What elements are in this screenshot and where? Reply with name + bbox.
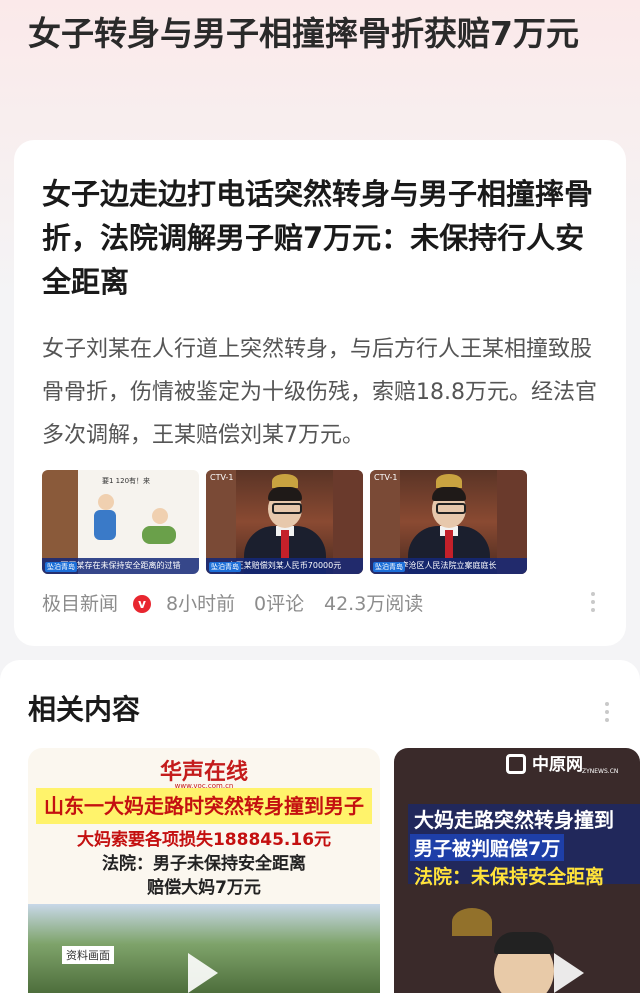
related-1-photo-tag: 资料画面 (62, 946, 114, 964)
related-2-brand: 中原网 (532, 755, 583, 775)
play-icon[interactable] (554, 953, 584, 993)
image-2-badge: 坠泊青岛 (209, 562, 241, 572)
page-title: 女子转身与男子相撞摔骨折获赔7万元 (28, 14, 579, 53)
related-item-2[interactable]: 中原网 ZYNEWS.CN 大妈走路突然转身撞到 男子被判赔偿7万 法院：未保持… (394, 748, 640, 993)
article-title[interactable]: 女子边走边打电话突然转身与男子相撞摔骨折，法院调解男子赔7万元：未保持行人安全距… (42, 172, 602, 304)
related-1-headline: 山东一大妈走路时突然转身撞到男子 (36, 788, 372, 824)
related-1-line-2: 法院：男子未保持安全距离 (102, 854, 306, 874)
article-image-1[interactable]: 要1 120有！来 而王某存在未保持安全距离的过错 坠泊青岛 (42, 470, 199, 574)
article-image-2[interactable]: CTV-1 由王某赔偿刘某人民币70000元 坠泊青岛 (206, 470, 363, 574)
article-meta: 极目新闻 v 8小时前 0评论 42.3万阅读 (42, 590, 602, 618)
related-more-icon[interactable] (604, 700, 610, 724)
court-emblem-icon (272, 474, 298, 488)
zynews-logo-icon (506, 754, 526, 774)
verified-v-icon: v (133, 595, 151, 613)
related-2-line-3: 法院：未保持安全距离 (414, 866, 605, 888)
article-image-3[interactable]: CTV-1 李沧区人民法院立案庭庭长 坠泊青岛 (370, 470, 527, 574)
related-2-line-1: 大妈走路突然转身撞到 (414, 808, 614, 832)
more-options-icon[interactable] (590, 590, 596, 614)
image-3-top-text: CTV-1 (374, 473, 398, 482)
related-2-brand-sub: ZYNEWS.CN (582, 768, 619, 775)
article-image-row: 要1 120有！来 而王某存在未保持安全距离的过错 坠泊青岛 CTV-1 由王某… (42, 470, 602, 574)
related-1-line-3: 赔偿大妈7万元 (147, 878, 261, 898)
related-section: 相关内容 华声在线 www.voc.com.cn 山东一大妈走路时突然转身撞到男… (0, 660, 640, 993)
related-2-line-2: 男子被判赔偿7万 (410, 834, 565, 861)
source-name[interactable]: 极目新闻 (42, 590, 118, 618)
comment-count[interactable]: 0评论 (254, 590, 304, 618)
related-item-1[interactable]: 华声在线 www.voc.com.cn 山东一大妈走路时突然转身撞到男子 大妈索… (28, 748, 380, 993)
play-icon[interactable] (188, 953, 218, 993)
read-count: 42.3万阅读 (324, 593, 424, 615)
image-1-badge: 坠泊青岛 (45, 562, 77, 572)
article-card[interactable]: 女子边走边打电话突然转身与男子相撞摔骨折，法院调解男子赔7万元：未保持行人安全距… (14, 140, 626, 646)
image-2-top-text: CTV-1 (210, 473, 234, 482)
image-3-badge: 坠泊青岛 (373, 562, 405, 572)
image-1-top-text: 要1 120有！来 (102, 477, 151, 485)
article-summary[interactable]: 女子刘某在人行道上突然转身，与后方行人王某相撞致股骨骨折，伤情被鉴定为十级伤残，… (42, 328, 602, 457)
related-title: 相关内容 (28, 693, 141, 726)
court-emblem-icon (436, 474, 462, 488)
related-1-line-1: 大妈索要各项损失188845.16元 (76, 830, 332, 850)
court-emblem-icon (452, 908, 492, 936)
publish-time: 8小时前 (166, 593, 236, 615)
